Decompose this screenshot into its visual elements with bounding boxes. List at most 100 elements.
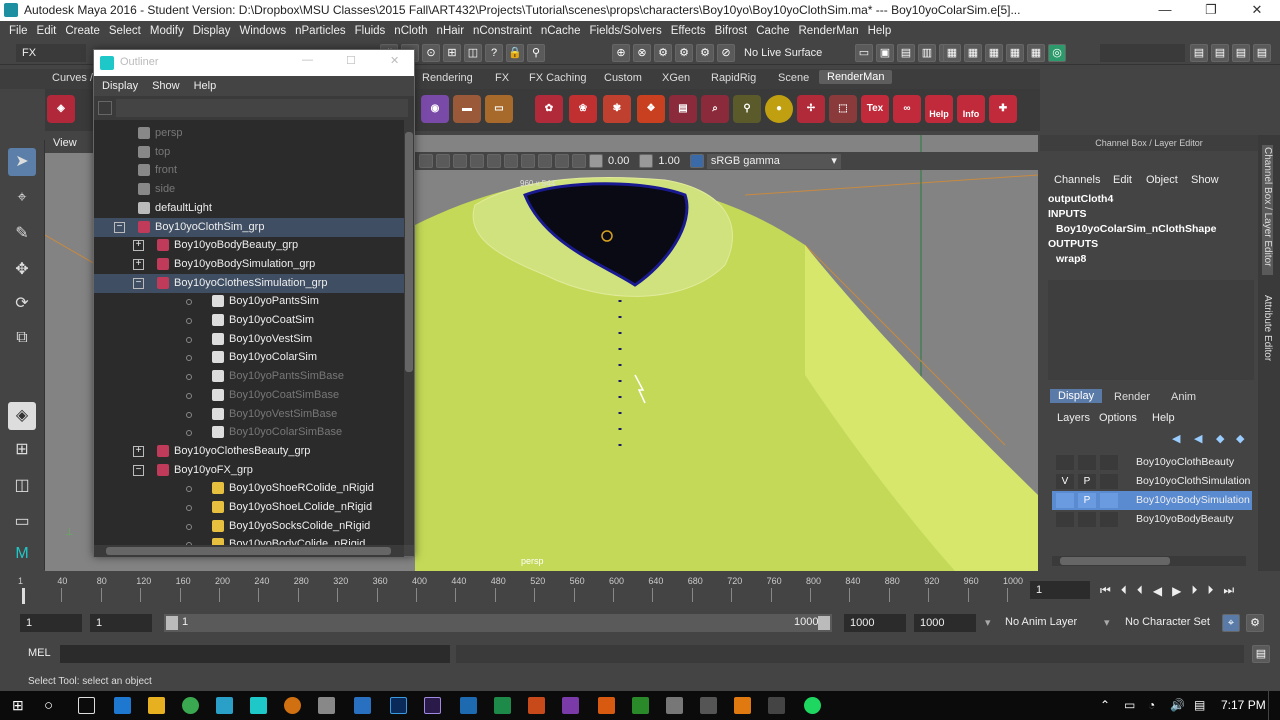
cb-object-name[interactable]: outputCloth4: [1048, 193, 1113, 205]
layer-move-down-icon[interactable]: ◀: [1194, 432, 1202, 445]
file-explorer-icon[interactable]: [148, 697, 165, 714]
layer-playback-toggle[interactable]: P: [1078, 493, 1096, 508]
playback-start-field[interactable]: 1: [90, 614, 152, 632]
layer-visibility-toggle[interactable]: [1056, 493, 1074, 508]
lightroom-icon[interactable]: [354, 697, 371, 714]
layer-color-swatch[interactable]: [1100, 512, 1118, 527]
exposure-icon[interactable]: [589, 154, 603, 168]
cb-edit-menu[interactable]: Edit: [1113, 174, 1132, 186]
layer-playback-toggle[interactable]: P: [1078, 474, 1096, 489]
layer-row[interactable]: P Boy10yoBodySimulation: [1052, 491, 1252, 510]
ao-icon[interactable]: [521, 154, 535, 168]
tray-chevron-icon[interactable]: ⌃: [1100, 698, 1110, 712]
history-icon[interactable]: ?: [485, 44, 503, 62]
gamma-value[interactable]: 1.00: [658, 155, 679, 167]
outliner-row[interactable]: + Boy10yoBodySimulation_grp: [94, 255, 404, 274]
layers-menu[interactable]: Layers: [1057, 412, 1090, 424]
renderman-area-light-icon[interactable]: ▬: [453, 95, 481, 123]
menu-modify[interactable]: Modify: [150, 25, 184, 37]
outliner-vertical-scrollbar[interactable]: [404, 120, 414, 545]
renderman-shader-icon-3[interactable]: ✾: [603, 95, 631, 123]
step-forward-frame-icon[interactable]: ⏵: [1191, 583, 1207, 598]
snap-view-icon[interactable]: ⊞: [443, 44, 461, 62]
new-layer-icon[interactable]: ◆: [1216, 432, 1224, 445]
animation-end-field[interactable]: 1000: [914, 614, 976, 632]
taskbar-app-icon-5[interactable]: [666, 697, 683, 714]
menu-ncache[interactable]: nCache: [541, 25, 581, 37]
color-management-icon[interactable]: [689, 154, 704, 168]
outliner-row[interactable]: + Boy10yoClothesBeauty_grp: [94, 442, 404, 461]
collapse-icon[interactable]: −: [133, 464, 144, 476]
layout-single-icon[interactable]: ◈: [8, 402, 36, 430]
menu-display[interactable]: Display: [193, 25, 231, 37]
taskbar-app-icon-3[interactable]: [598, 697, 615, 714]
layer-row[interactable]: Boy10yoBodyBeauty: [1052, 510, 1252, 529]
symmetry-icon[interactable]: ⚙: [675, 44, 693, 62]
show-desktop-button[interactable]: [1268, 691, 1273, 720]
taskbar-app-icon-4[interactable]: [632, 697, 649, 714]
auto-key-icon[interactable]: ⌖: [1222, 614, 1240, 632]
outliner-horizontal-scrollbar[interactable]: [94, 545, 404, 557]
renderman-sphere-icon[interactable]: ◉: [421, 95, 449, 123]
exposure-value[interactable]: 0.00: [608, 155, 629, 167]
layer-playback-toggle[interactable]: [1078, 512, 1096, 527]
mail-icon[interactable]: [700, 697, 717, 714]
layers-scroll-thumb[interactable]: [1060, 557, 1170, 565]
layer-tab-render[interactable]: Render: [1114, 391, 1150, 403]
channel-box-side-tab[interactable]: Channel Box / Layer Editor: [1262, 145, 1273, 275]
mel-input[interactable]: [60, 645, 450, 663]
outliner-row[interactable]: Boy10yoShoeRColide_nRigid: [94, 479, 404, 498]
cortana-icon[interactable]: ○: [44, 697, 61, 714]
outliner-menu-show[interactable]: Show: [152, 80, 180, 92]
step-back-key-icon[interactable]: ⏴: [1121, 583, 1137, 598]
collapse-icon[interactable]: −: [114, 221, 125, 233]
close-button[interactable]: ✕: [1234, 0, 1280, 21]
outliner-row[interactable]: front: [94, 161, 404, 180]
outliner-row[interactable]: top: [94, 143, 404, 162]
layer-name[interactable]: Boy10yoBodySimulation: [1136, 494, 1250, 506]
outliner-row[interactable]: Boy10yoPantsSim: [94, 292, 404, 311]
taskbar-app-icon-2[interactable]: [318, 697, 335, 714]
menu-windows[interactable]: Windows: [239, 25, 286, 37]
menu-fields-solvers[interactable]: Fields/Solvers: [589, 25, 661, 37]
renderman-file-icon[interactable]: ▤: [669, 95, 697, 123]
outliner-row[interactable]: − Boy10yoClothSim_grp: [94, 217, 404, 237]
layer-playback-toggle[interactable]: [1078, 455, 1096, 470]
renderman-shelf-icon-1[interactable]: ◈: [47, 95, 75, 123]
photoshop-icon[interactable]: [390, 697, 407, 714]
layer-name[interactable]: Boy10yoBodyBeauty: [1136, 513, 1233, 525]
channels-menu[interactable]: Channels: [1054, 174, 1100, 186]
layer-color-swatch[interactable]: [1100, 455, 1118, 470]
menu-nhair[interactable]: nHair: [437, 25, 464, 37]
step-back-frame-icon[interactable]: ⏴: [1137, 583, 1153, 598]
outliner-row[interactable]: Boy10yoShoeLColide_nRigid: [94, 498, 404, 517]
outliner-menu-help[interactable]: Help: [194, 80, 217, 92]
go-to-start-icon[interactable]: ⏮: [1100, 583, 1121, 598]
outliner-row[interactable]: Boy10yoVestSim: [94, 330, 404, 349]
tweak-icon[interactable]: ⚲: [527, 44, 545, 62]
cb-output-item[interactable]: wrap8: [1056, 253, 1086, 265]
layout-icon-4[interactable]: ▦: [1006, 44, 1024, 62]
taskbar-app-icon-1[interactable]: [216, 697, 233, 714]
output-ops-icon[interactable]: ⊗: [633, 44, 651, 62]
menu-select[interactable]: Select: [109, 25, 141, 37]
outliner-row[interactable]: Boy10yoSocksColide_nRigid: [94, 517, 404, 536]
rotate-tool-icon[interactable]: ⟳: [8, 290, 36, 318]
modeling-toolkit-icon[interactable]: ▤: [1253, 44, 1271, 62]
menu-create[interactable]: Create: [65, 25, 100, 37]
vlc-icon[interactable]: [734, 697, 751, 714]
construction-icon[interactable]: ⚙: [654, 44, 672, 62]
renderman-shader-icon-2[interactable]: ❀: [569, 95, 597, 123]
expand-icon[interactable]: +: [133, 258, 144, 270]
range-start-handle[interactable]: [166, 616, 178, 630]
clock[interactable]: 7:17 PM: [1221, 698, 1266, 712]
attribute-editor-side-tab[interactable]: Attribute Editor: [1262, 295, 1273, 375]
layer-visibility-toggle[interactable]: [1056, 512, 1074, 527]
mel-label[interactable]: MEL: [28, 647, 51, 659]
textured-icon[interactable]: [470, 154, 484, 168]
playback-end-field[interactable]: 1000: [844, 614, 906, 632]
live-surface-label[interactable]: No Live Surface: [744, 47, 822, 59]
select-tool-icon[interactable]: ➤: [8, 148, 36, 176]
outliner-row[interactable]: + Boy10yoBodyBeauty_grp: [94, 236, 404, 255]
shelf-tab-curves[interactable]: Curves /: [52, 72, 93, 84]
